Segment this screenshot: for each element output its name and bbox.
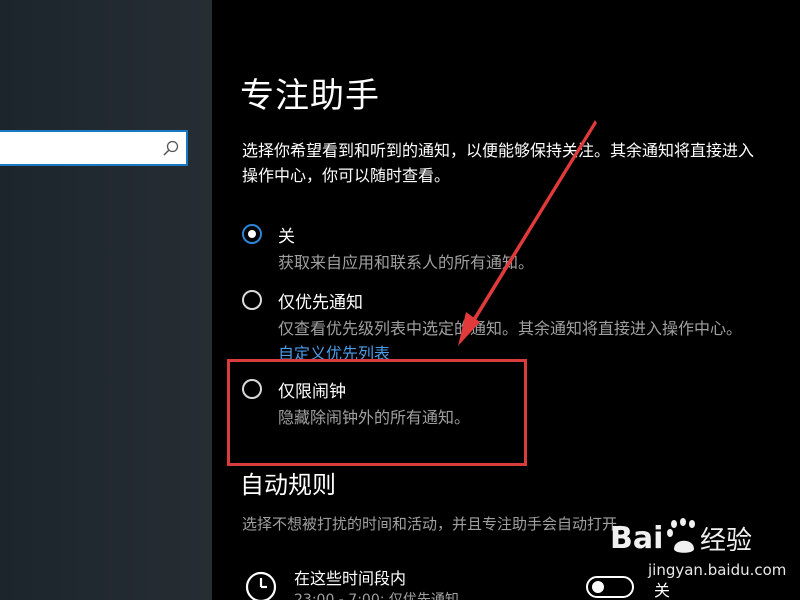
baidu-watermark: Bai 经验 jingyan.baidu.com — [608, 508, 786, 582]
svg-text:Bai: Bai — [610, 521, 663, 556]
watermark-url: jingyan.baidu.com — [648, 561, 787, 579]
option-label: 仅限闹钟 — [278, 382, 346, 402]
settings-window: 专注助手 选择你希望看到和听到的通知，以便能够保持关注。其余通知将直接进入 操作… — [0, 0, 800, 600]
toggle-knob — [592, 581, 604, 593]
svg-text:经验: 经验 — [700, 526, 752, 556]
description-line-2: 操作中心，你可以随时查看。 — [242, 166, 451, 185]
option-description: 隐藏除闹钟外的所有通知。 — [278, 408, 471, 427]
rule-title[interactable]: 在这些时间段内 — [294, 565, 406, 589]
customize-priority-list-link[interactable]: 自定义优先列表 — [278, 340, 390, 364]
description-line-1: 选择你希望看到和听到的通知，以便能够保持关注。其余通知将直接进入 — [242, 141, 755, 160]
settings-sidebar — [0, 0, 212, 600]
option-description: 仅查看优先级列表中选定的通知。其余通知将直接进入操作中心。 — [278, 319, 743, 338]
page-description: 选择你希望看到和听到的通知，以便能够保持关注。其余通知将直接进入 操作中心，你可… — [242, 138, 800, 188]
radio-priority-only[interactable] — [242, 290, 262, 310]
baidu-logo: Bai 经验 — [610, 518, 752, 556]
option-description: 获取来自应用和联系人的所有通知。 — [278, 253, 535, 272]
search-input[interactable] — [0, 130, 188, 166]
page-title: 专注助手 — [240, 76, 380, 116]
auto-rules-title: 自动规则 — [240, 471, 336, 499]
rule-subtitle: 23:00 - 7:00; 仅优先通知 — [294, 592, 459, 600]
search-icon — [163, 140, 179, 156]
clock-icon — [245, 571, 277, 600]
option-label: 仅优先通知 — [278, 293, 363, 313]
radio-off[interactable] — [242, 224, 262, 244]
radio-alarms-only[interactable] — [242, 379, 262, 399]
auto-rules-description: 选择不想被打扰的时间和活动，并且专注助手会自动打开。 — [242, 515, 633, 533]
option-label: 关 — [278, 227, 295, 247]
